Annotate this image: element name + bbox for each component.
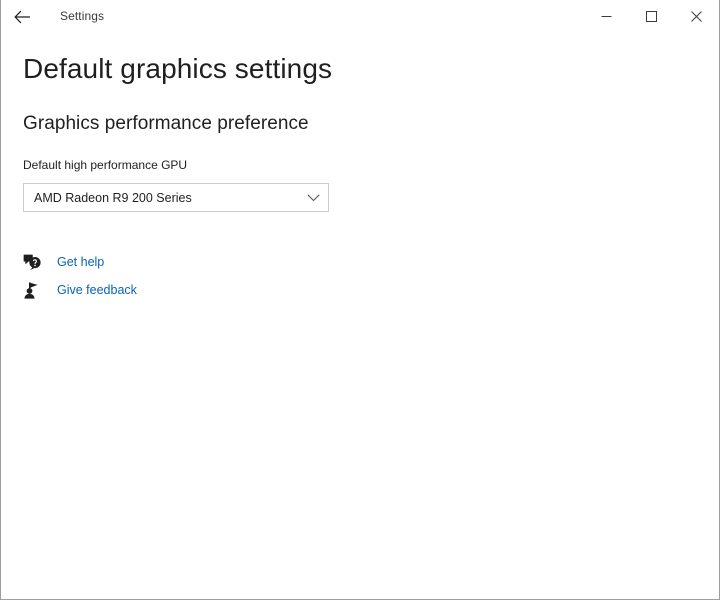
back-button[interactable] [3,1,41,33]
window-caption-buttons [584,1,719,33]
close-icon [691,11,702,22]
arrow-left-icon [14,10,31,24]
get-help-link-label: Get help [57,254,104,270]
get-help-link[interactable]: Get help [23,248,173,276]
maximize-icon [646,11,657,22]
gpu-field-label: Default high performance GPU [23,157,719,173]
give-feedback-link-label: Give feedback [57,282,137,298]
footer-links: Get help Give feedback [23,248,719,304]
gpu-dropdown-selected-value: AMD Radeon R9 200 Series [34,191,192,205]
chevron-down-icon [298,194,328,202]
help-chat-icon [23,254,49,271]
window-title: Settings [60,0,104,33]
page-title: Default graphics settings [23,33,719,87]
minimize-icon [601,11,612,22]
minimize-button[interactable] [584,1,629,33]
feedback-person-icon [23,282,49,299]
settings-window: Settings [0,0,720,600]
close-button[interactable] [674,1,719,33]
section-heading-graphics-performance: Graphics performance preference [23,87,719,137]
maximize-button[interactable] [629,1,674,33]
give-feedback-link[interactable]: Give feedback [23,276,173,304]
page-content: Default graphics settings Graphics perfo… [1,33,719,599]
default-high-performance-gpu-dropdown[interactable]: AMD Radeon R9 200 Series [23,183,329,212]
title-bar: Settings [1,0,719,33]
